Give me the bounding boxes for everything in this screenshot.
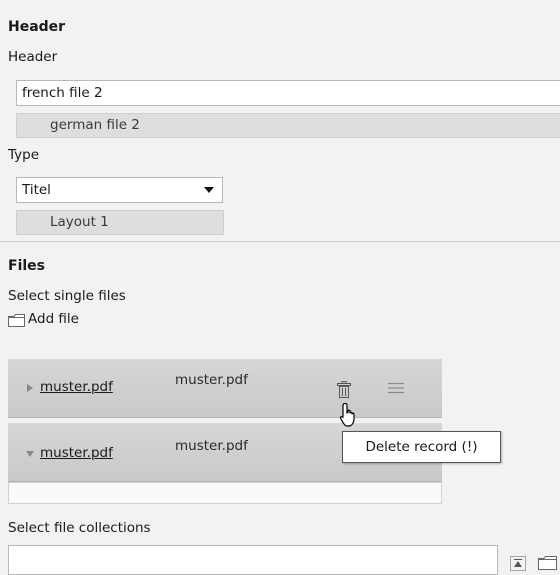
type-reference-value: Layout 1 <box>16 210 224 235</box>
files-section-title: Files <box>8 258 45 274</box>
drag-handle-icon[interactable] <box>388 382 404 394</box>
file-record-link[interactable]: muster.pdf <box>40 379 113 395</box>
header-field-label: Header <box>8 49 58 65</box>
file-record-panel <box>8 482 442 504</box>
section-divider <box>0 241 560 242</box>
move-to-top-glyph <box>514 559 522 567</box>
trash-icon[interactable] <box>337 381 351 398</box>
delete-tooltip: Delete record (!) <box>342 431 501 463</box>
triangle-right-icon[interactable] <box>27 384 33 392</box>
header-reference-value: german file 2 <box>16 113 560 138</box>
header-section-title: Header <box>8 19 66 35</box>
select-file-collections-label: Select file collections <box>8 520 151 536</box>
file-record-link[interactable]: muster.pdf <box>40 445 113 461</box>
file-record[interactable]: muster.pdf muster.pdf <box>8 359 442 418</box>
folder-icon <box>8 314 25 327</box>
type-select[interactable]: Titel <box>16 177 223 203</box>
header-input[interactable]: french file 2 <box>16 80 560 106</box>
file-record-title: muster.pdf <box>175 438 248 454</box>
select-single-files-label: Select single files <box>8 288 126 304</box>
folder-icon[interactable] <box>538 556 558 570</box>
type-select-value: Titel <box>22 182 51 198</box>
move-to-top-icon[interactable] <box>510 556 526 571</box>
file-record-title: muster.pdf <box>175 372 248 388</box>
chevron-down-icon <box>204 187 214 193</box>
triangle-down-icon[interactable] <box>26 451 34 457</box>
add-file-label: Add file <box>28 311 79 327</box>
type-field-label: Type <box>8 147 40 163</box>
hand-pointer-icon <box>339 402 355 427</box>
